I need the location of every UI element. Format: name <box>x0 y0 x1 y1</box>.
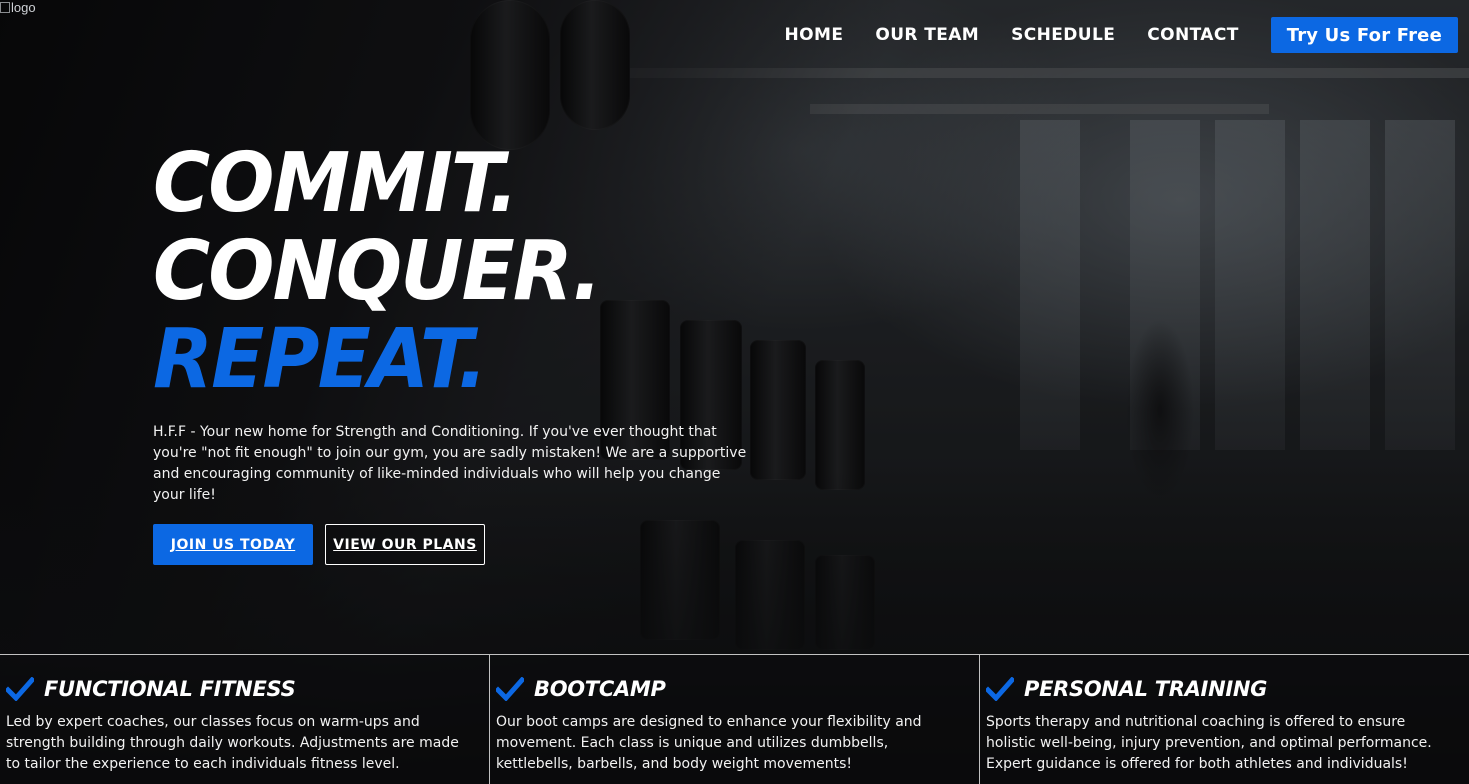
feature-header: BOOTCAMP <box>496 675 973 703</box>
feature-title: PERSONAL TRAINING <box>1024 677 1268 701</box>
feature-header: FUNCTIONAL FITNESS <box>6 675 483 703</box>
feature-title: BOOTCAMP <box>534 677 666 701</box>
nav-contact-link[interactable]: CONTACT <box>1147 25 1238 45</box>
hero-section: COMMIT. CONQUER. REPEAT. H.F.F - Your ne… <box>153 140 793 565</box>
broken-image-icon <box>0 2 10 13</box>
feature-functional-fitness: FUNCTIONAL FITNESS Led by expert coaches… <box>0 655 489 784</box>
logo[interactable]: logo <box>0 0 36 16</box>
feature-title: FUNCTIONAL FITNESS <box>44 677 296 701</box>
headline-line-commit: COMMIT. <box>153 136 519 231</box>
feature-text: Led by expert coaches, our classes focus… <box>6 714 459 772</box>
feature-personal-training: PERSONAL TRAINING Sports therapy and nut… <box>979 655 1469 784</box>
feature-text: Our boot camps are designed to enhance y… <box>496 714 922 772</box>
headline-line-repeat: REPEAT. <box>153 312 487 407</box>
main-navigation: HOME OUR TEAM SCHEDULE CONTACT Try Us Fo… <box>785 17 1458 53</box>
features-strip: FUNCTIONAL FITNESS Led by expert coaches… <box>0 654 1469 784</box>
nav-schedule-link[interactable]: SCHEDULE <box>1011 25 1115 45</box>
hero-headline: COMMIT. CONQUER. REPEAT. <box>153 140 761 404</box>
check-icon <box>986 677 1014 701</box>
check-icon <box>496 677 524 701</box>
feature-text: Sports therapy and nutritional coaching … <box>986 714 1432 772</box>
feature-header: PERSONAL TRAINING <box>986 675 1463 703</box>
logo-alt-text: logo <box>11 0 36 15</box>
check-icon <box>6 677 34 701</box>
nav-our-team-link[interactable]: OUR TEAM <box>875 25 979 45</box>
join-us-today-button[interactable]: JOIN US TODAY <box>153 524 313 565</box>
view-our-plans-button[interactable]: VIEW OUR PLANS <box>325 524 485 565</box>
hero-buttons: JOIN US TODAY VIEW OUR PLANS <box>153 524 793 565</box>
headline-line-conquer: CONQUER. <box>153 224 602 319</box>
feature-bootcamp: BOOTCAMP Our boot camps are designed to … <box>489 655 979 784</box>
try-us-for-free-button[interactable]: Try Us For Free <box>1270 17 1458 53</box>
hero-description: H.F.F - Your new home for Strength and C… <box>153 424 747 503</box>
nav-home-link[interactable]: HOME <box>785 25 844 45</box>
